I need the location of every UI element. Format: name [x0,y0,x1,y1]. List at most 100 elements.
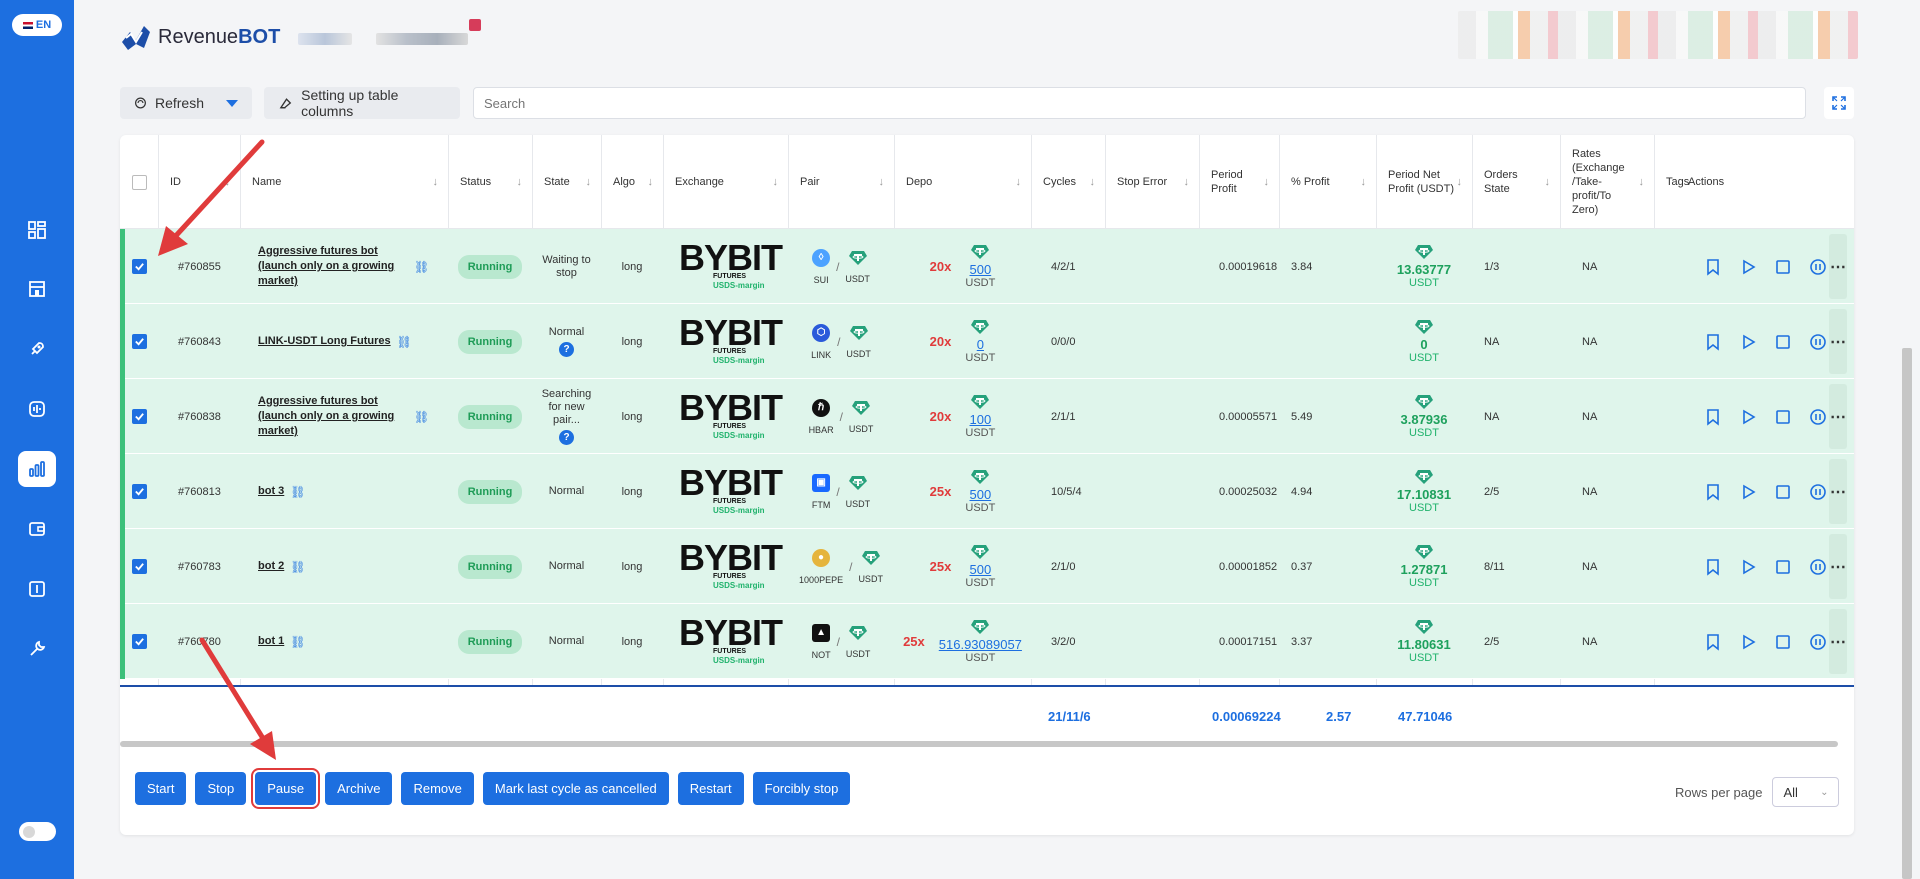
table-row[interactable]: #760838 Aggressive futures bot (launch on… [120,379,1854,454]
column-header--profit[interactable]: % Profit ↓ [1291,135,1376,229]
more-actions-button[interactable]: ⋯ [1829,384,1847,449]
sort-arrow-icon[interactable]: ↓ [1457,175,1463,189]
bookmark-icon[interactable] [1704,258,1722,276]
bookmark-icon[interactable] [1704,408,1722,426]
more-actions-button[interactable]: ⋯ [1829,534,1847,599]
rows-per-page-select[interactable]: All ⌄ [1772,777,1840,807]
link-icon[interactable]: ⛓ [290,560,305,574]
fullscreen-button[interactable] [1824,87,1854,119]
pause-icon[interactable] [1809,483,1827,501]
column-header-id[interactable]: ID ↓ [170,135,240,229]
nav-docs[interactable] [18,571,56,607]
row-checkbox[interactable] [131,409,147,424]
play-icon[interactable] [1739,258,1757,276]
sort-arrow-icon[interactable]: ↓ [433,175,439,189]
bookmark-icon[interactable] [1704,333,1722,351]
column-header-stop-error[interactable]: Stop Error ↓ [1117,135,1199,229]
column-header-cycles[interactable]: Cycles ↓ [1043,135,1105,229]
column-header-depo[interactable]: Depo ↓ [906,135,1031,229]
start-button[interactable]: Start [135,772,187,805]
stop-icon[interactable] [1774,633,1792,651]
row-checkbox[interactable] [131,259,147,274]
table-row[interactable]: #760780 bot 1 ⛓ Running Normal long BYBIT FUTUR… [120,604,1854,679]
column-header-orders-state[interactable]: Orders State ↓ [1484,135,1560,229]
column-header-period-profit[interactable]: Period Profit ↓ [1211,135,1279,229]
sort-arrow-icon[interactable]: ↓ [648,175,654,189]
sort-arrow-icon[interactable]: ↓ [517,175,523,189]
forcibly-stop-button[interactable]: Forcibly stop [752,772,851,805]
more-actions-button[interactable]: ⋯ [1829,459,1847,524]
column-header-rates-exchange-take-profit-to-zero[interactable]: Rates (Exchange /Take-profit/To Zero) ↓ [1572,135,1654,229]
sort-arrow-icon[interactable]: ↓ [1184,175,1190,189]
remove-button[interactable]: Remove [401,772,474,805]
column-header-period-net-profit-usdt[interactable]: Period Net Profit (USDT) ↓ [1388,135,1472,229]
table-row[interactable]: #760843 LINK-USDT Long Futures ⛓ Running Nor… [120,304,1854,379]
help-icon[interactable]: ? [559,342,574,357]
play-icon[interactable] [1739,408,1757,426]
pause-icon[interactable] [1809,558,1827,576]
nav-bots[interactable] [18,451,56,487]
language-switcher[interactable]: EN [12,14,62,36]
search-input[interactable] [473,87,1806,119]
more-actions-button[interactable]: ⋯ [1829,309,1847,374]
table-row[interactable]: #760813 bot 3 ⛓ Running Normal long BYBIT FUTUR… [120,454,1854,529]
refresh-button[interactable]: Refresh [120,87,252,119]
bot-name-link[interactable]: bot 2 [258,559,284,574]
bot-name-link[interactable]: bot 1 [258,634,284,649]
column-header-state[interactable]: State ↓ [544,135,601,229]
deposit-link[interactable]: 516.93089057 [939,637,1022,652]
link-icon[interactable]: ⛓ [414,260,429,274]
sort-arrow-icon[interactable]: ↓ [1264,175,1270,189]
more-actions-button[interactable]: ⋯ [1829,609,1847,674]
horizontal-scrollbar[interactable] [120,741,1838,747]
sort-arrow-icon[interactable]: ↓ [773,175,779,189]
link-icon[interactable]: ⛓ [290,485,305,499]
sort-arrow-icon[interactable]: ↓ [1639,175,1645,189]
column-header-name[interactable]: Name ↓ [252,135,448,229]
sort-arrow-icon[interactable]: ↓ [879,175,885,189]
sort-arrow-icon[interactable]: ↓ [1545,175,1551,189]
link-icon[interactable]: ⛓ [414,410,429,424]
row-checkbox[interactable] [131,634,147,649]
table-row[interactable]: #760855 Aggressive futures bot (launch on… [120,229,1854,304]
play-icon[interactable] [1739,333,1757,351]
table-row[interactable]: #760783 bot 2 ⛓ Running Normal long BYBIT FUTUR… [120,529,1854,604]
nav-launch[interactable] [18,331,56,367]
column-header-actions[interactable]: Actions [1688,135,1724,229]
help-icon[interactable]: ? [559,430,574,445]
column-header-exchange[interactable]: Exchange ↓ [675,135,788,229]
nav-signals[interactable] [18,391,56,427]
bookmark-icon[interactable] [1704,633,1722,651]
refresh-dropdown-caret-icon[interactable] [226,99,238,107]
deposit-link[interactable]: 0 [977,337,984,352]
stop-icon[interactable] [1774,558,1792,576]
sort-arrow-icon[interactable]: ↓ [1016,175,1022,189]
bot-name-link[interactable]: Aggressive futures bot (launch only on a… [258,244,408,289]
nav-settings[interactable] [18,631,56,667]
bookmark-icon[interactable] [1704,483,1722,501]
row-checkbox[interactable] [131,559,147,574]
link-icon[interactable]: ⛓ [290,635,305,649]
table-columns-button[interactable]: Setting up table columns [264,87,460,119]
pause-icon[interactable] [1809,633,1827,651]
deposit-link[interactable]: 100 [970,412,992,427]
stop-icon[interactable] [1774,258,1792,276]
bookmark-icon[interactable] [1704,558,1722,576]
stop-icon[interactable] [1774,333,1792,351]
stop-button[interactable]: Stop [195,772,247,805]
play-icon[interactable] [1739,483,1757,501]
pause-icon[interactable] [1809,333,1827,351]
column-header-status[interactable]: Status ↓ [460,135,532,229]
sort-arrow-icon[interactable]: ↓ [225,175,231,189]
stop-icon[interactable] [1774,408,1792,426]
link-icon[interactable]: ⛓ [397,335,412,349]
more-actions-button[interactable]: ⋯ [1829,234,1847,299]
play-icon[interactable] [1739,633,1757,651]
nav-wallet[interactable] [18,511,56,547]
restart-button[interactable]: Restart [677,772,744,805]
pause-icon[interactable] [1809,408,1827,426]
row-checkbox[interactable] [131,484,147,499]
select-all-checkbox[interactable] [131,174,147,190]
theme-toggle[interactable] [19,822,56,841]
nav-dashboard[interactable] [18,212,56,248]
